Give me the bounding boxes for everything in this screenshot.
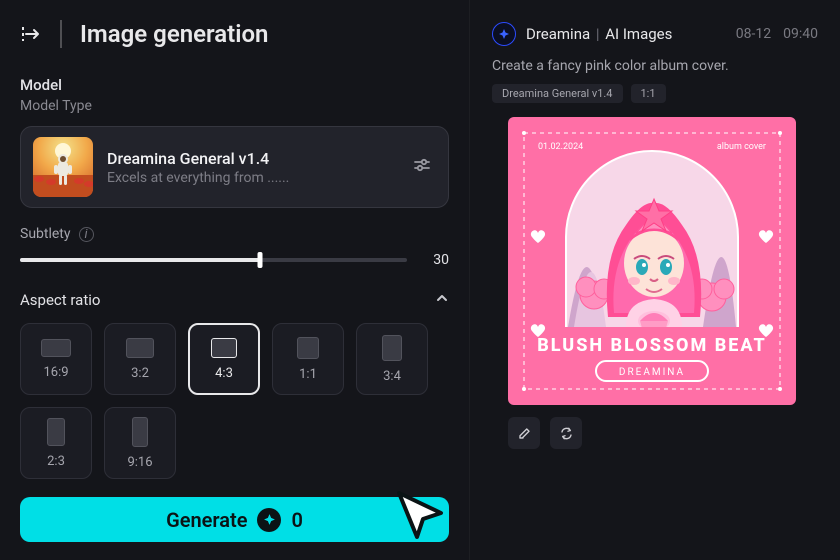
info-icon[interactable]: i [79, 227, 94, 242]
svg-text:BLUSH BLOSSOM BEAT: BLUSH BLOSSOM BEAT [537, 335, 767, 356]
model-name: Dreamina General v1.4 [107, 149, 398, 168]
app-avatar-icon [492, 22, 516, 46]
ratio-shape-icon [47, 418, 65, 446]
aspect-ratio-label: Aspect ratio [20, 291, 100, 309]
divider [60, 20, 62, 48]
aspect-ratio-option-3-4[interactable]: 3:4 [356, 323, 428, 395]
result-chip: Dreamina General v1.4 [492, 84, 623, 103]
aspect-ratio-option-3-2[interactable]: 3:2 [104, 323, 176, 395]
svg-text:01.02.2024: 01.02.2024 [538, 142, 583, 152]
subtlety-slider[interactable] [20, 258, 407, 262]
aspect-ratio-option-4-3[interactable]: 4:3 [188, 323, 260, 395]
ratio-shape-icon [132, 417, 148, 447]
aspect-ratio-option-1-1[interactable]: 1:1 [272, 323, 344, 395]
sliders-icon[interactable] [412, 155, 436, 179]
result-app-label: Dreamina | AI Images [526, 25, 672, 43]
ratio-label: 9:16 [127, 455, 152, 470]
model-type-label: Model Type [20, 98, 449, 114]
svg-text:DREAMINA: DREAMINA [619, 367, 685, 378]
result-meta: 08-12 09:40 [736, 26, 818, 42]
edit-button[interactable] [508, 417, 540, 449]
page-title: Image generation [80, 20, 268, 48]
credit-icon [257, 508, 281, 532]
aspect-ratio-option-9-16[interactable]: 9:16 [104, 407, 176, 479]
subtlety-value: 30 [425, 252, 449, 268]
chevron-up-icon [435, 290, 449, 309]
svg-text:album cover: album cover [717, 142, 766, 152]
model-desc: Excels at everything from ...... [107, 170, 398, 186]
result-chip: 1:1 [631, 84, 666, 103]
result-prompt: Create a fancy pink color album cover. [492, 58, 818, 74]
ratio-shape-icon [41, 339, 71, 357]
model-selector[interactable]: Dreamina General v1.4 Excels at everythi… [20, 126, 449, 208]
aspect-ratio-option-16-9[interactable]: 16:9 [20, 323, 92, 395]
regenerate-button[interactable] [550, 417, 582, 449]
ratio-label: 4:3 [215, 366, 233, 381]
generate-count: 0 [291, 508, 302, 532]
aspect-ratio-toggle[interactable]: Aspect ratio [20, 290, 449, 309]
ratio-label: 16:9 [43, 365, 68, 380]
ratio-shape-icon [297, 337, 319, 359]
aspect-ratio-option-2-3[interactable]: 2:3 [20, 407, 92, 479]
generate-button[interactable]: Generate 0 [20, 497, 449, 542]
model-section-label: Model [20, 76, 449, 94]
subtlety-label: Subtlety [20, 226, 71, 242]
ratio-shape-icon [211, 338, 237, 358]
ratio-label: 3:4 [383, 369, 401, 384]
ratio-label: 1:1 [299, 367, 317, 382]
generated-image[interactable]: 01.02.2024 album cover [508, 117, 796, 405]
ratio-label: 3:2 [131, 366, 149, 381]
generate-label: Generate [166, 508, 247, 532]
ratio-label: 2:3 [47, 454, 65, 469]
collapse-icon[interactable] [20, 23, 42, 45]
ratio-shape-icon [126, 338, 154, 358]
ratio-shape-icon [382, 335, 402, 361]
model-thumbnail [33, 137, 93, 197]
